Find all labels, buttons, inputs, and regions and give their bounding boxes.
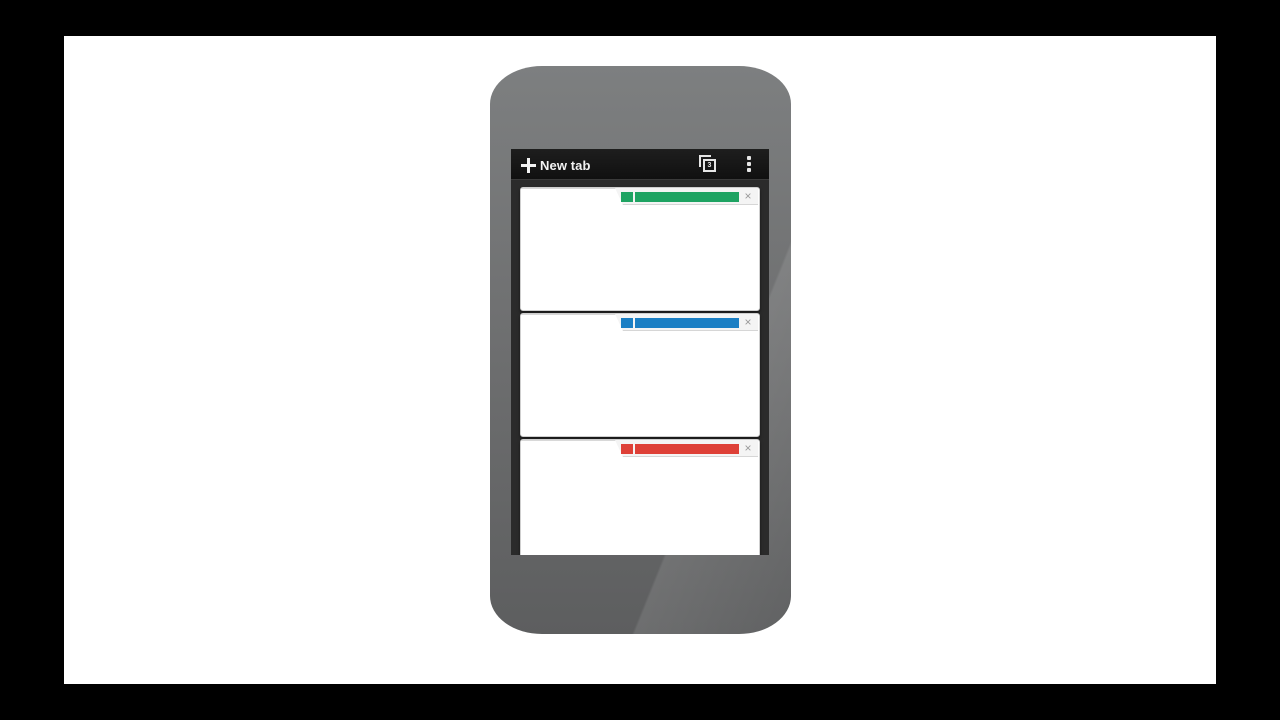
menu-dot [747,156,751,160]
tab-list: × × × [520,187,760,555]
tab-title-bar [635,318,739,328]
close-icon[interactable]: × [742,441,754,455]
tab-switcher-button[interactable]: 3 [699,155,717,173]
new-tab-label: New tab [540,157,591,173]
tab-card-body [520,313,760,437]
close-icon[interactable]: × [742,315,754,329]
tab-card-edge [521,188,616,189]
menu-dot [747,168,751,172]
menu-dot [747,162,751,166]
more-vertical-icon[interactable] [744,154,754,174]
tab-card-body [520,187,760,311]
favicon-icon [621,444,633,454]
tab-card-2[interactable]: × [520,313,760,439]
plus-icon [521,157,536,173]
tab-title-bar [635,444,739,454]
close-icon[interactable]: × [742,189,754,203]
tab-count-badge: 3 [703,159,716,172]
new-tab-button[interactable]: New tab [521,154,591,176]
tab-card-edge [521,314,616,315]
favicon-icon [621,318,633,328]
tab-title-bar [635,192,739,202]
tab-card-edge [521,440,616,441]
browser-toolbar: New tab 3 [511,149,769,180]
tab-card-3[interactable]: × [520,439,760,555]
phone-screen: New tab 3 × × × [511,149,769,555]
favicon-icon [621,192,633,202]
tab-card-1[interactable]: × [520,187,760,313]
